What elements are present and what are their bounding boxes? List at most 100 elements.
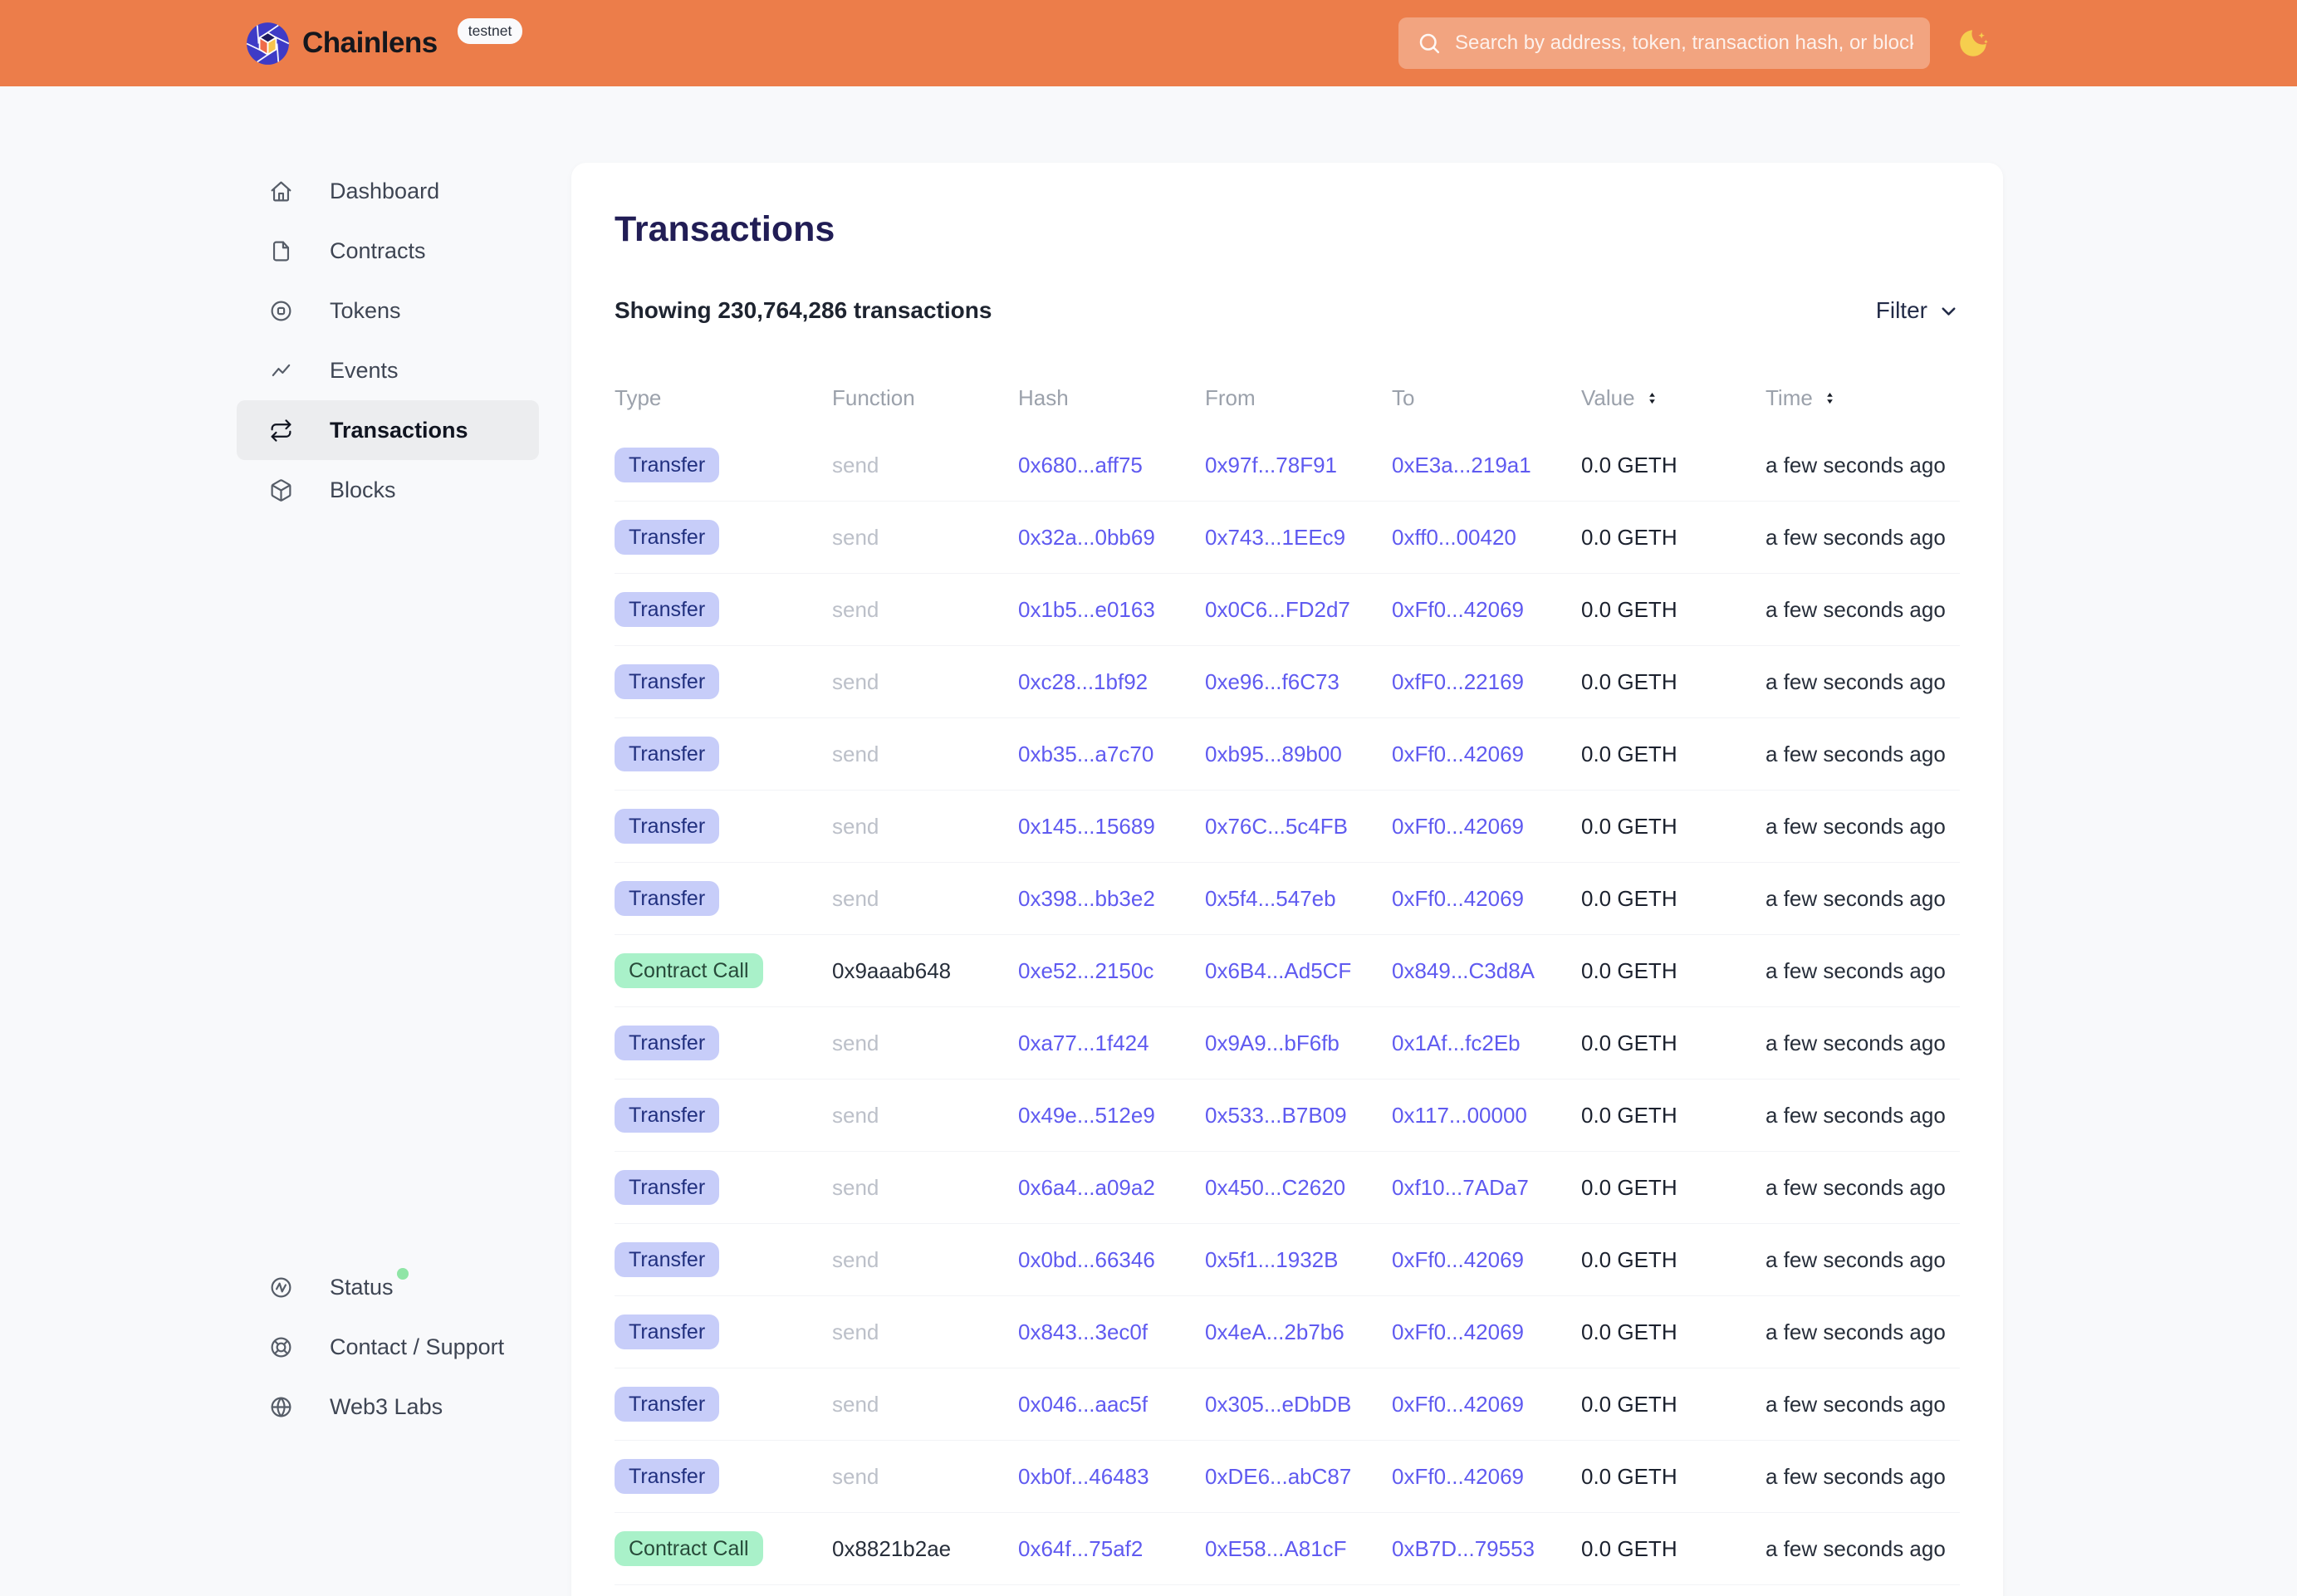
to-address-link[interactable]: 0xFf0...42069 bbox=[1392, 742, 1524, 766]
hash-link[interactable]: 0x64f...75af2 bbox=[1018, 1536, 1143, 1561]
search-input[interactable] bbox=[1455, 32, 1913, 55]
hash-link[interactable]: 0xb35...a7c70 bbox=[1018, 742, 1153, 766]
to-address-link[interactable]: 0x117...00000 bbox=[1392, 1103, 1527, 1128]
time-cell: a few seconds ago bbox=[1766, 1031, 1946, 1055]
hash-link[interactable]: 0x145...15689 bbox=[1018, 814, 1155, 839]
from-address-link[interactable]: 0xDE6...abC87 bbox=[1205, 1464, 1351, 1489]
sidebar-item-label: Contact / Support bbox=[330, 1334, 504, 1360]
hash-link[interactable]: 0x1b5...e0163 bbox=[1018, 597, 1155, 622]
to-address-link[interactable]: 0xff0...00420 bbox=[1392, 525, 1516, 550]
hash-link[interactable]: 0x843...3ec0f bbox=[1018, 1319, 1148, 1344]
to-address-link[interactable]: 0xFf0...42069 bbox=[1392, 1464, 1524, 1489]
cube-icon bbox=[269, 478, 293, 502]
function-cell: send bbox=[832, 1031, 879, 1055]
from-address-link[interactable]: 0x0C6...FD2d7 bbox=[1205, 597, 1350, 622]
to-address-link[interactable]: 0x1Af...fc2Eb bbox=[1392, 1031, 1521, 1055]
repeat-icon bbox=[269, 419, 293, 443]
sidebar-item-label: Tokens bbox=[330, 298, 401, 324]
sidebar-item-tokens[interactable]: Tokens bbox=[237, 281, 539, 340]
time-cell: a few seconds ago bbox=[1766, 453, 1946, 477]
time-cell: a few seconds ago bbox=[1766, 1175, 1946, 1200]
table-row: Transfersend0xb35...a7c700xb95...89b000x… bbox=[615, 718, 1960, 791]
filter-button[interactable]: Filter bbox=[1876, 297, 1960, 324]
from-address-link[interactable]: 0x743...1EEc9 bbox=[1205, 525, 1345, 550]
hash-link[interactable]: 0xc28...1bf92 bbox=[1018, 669, 1148, 694]
table-row: Transfersend0x398...bb3e20x5f4...547eb0x… bbox=[615, 863, 1960, 935]
to-address-link[interactable]: 0xFf0...42069 bbox=[1392, 886, 1524, 911]
time-cell: a few seconds ago bbox=[1766, 1464, 1946, 1489]
column-header-from: From bbox=[1205, 384, 1392, 412]
function-cell: 0x9aaab648 bbox=[832, 958, 951, 983]
column-header-value[interactable]: Value bbox=[1581, 384, 1766, 412]
search-box[interactable] bbox=[1398, 17, 1930, 69]
hash-link[interactable]: 0x32a...0bb69 bbox=[1018, 525, 1155, 550]
column-label: From bbox=[1205, 384, 1256, 412]
hash-link[interactable]: 0x680...aff75 bbox=[1018, 453, 1143, 477]
sidebar-item-dashboard[interactable]: Dashboard bbox=[237, 161, 539, 221]
function-cell: send bbox=[832, 1247, 879, 1272]
column-label: Time bbox=[1766, 384, 1813, 412]
to-address-link[interactable]: 0xfF0...22169 bbox=[1392, 669, 1524, 694]
value-cell: 0.0 GETH bbox=[1581, 886, 1677, 911]
table-row: Contract Call0x8821b2ae0x64f...75af20xE5… bbox=[615, 1513, 1960, 1585]
sidebar-item-events[interactable]: Events bbox=[237, 340, 539, 400]
to-address-link[interactable]: 0xFf0...42069 bbox=[1392, 1247, 1524, 1272]
time-cell: a few seconds ago bbox=[1766, 669, 1946, 694]
sidebar-item-transactions[interactable]: Transactions bbox=[237, 400, 539, 460]
tx-type-badge: Transfer bbox=[615, 1387, 719, 1422]
from-address-link[interactable]: 0x97f...78F91 bbox=[1205, 453, 1337, 477]
time-cell: a few seconds ago bbox=[1766, 1103, 1946, 1128]
from-address-link[interactable]: 0xe96...f6C73 bbox=[1205, 669, 1340, 694]
tx-type-badge: Transfer bbox=[615, 1242, 719, 1277]
tx-type-badge: Transfer bbox=[615, 1026, 719, 1060]
hash-link[interactable]: 0x6a4...a09a2 bbox=[1018, 1175, 1155, 1200]
to-address-link[interactable]: 0xf10...7ADa7 bbox=[1392, 1175, 1529, 1200]
to-address-link[interactable]: 0x849...C3d8A bbox=[1392, 958, 1535, 983]
to-address-link[interactable]: 0xFf0...42069 bbox=[1392, 814, 1524, 839]
hash-link[interactable]: 0x046...aac5f bbox=[1018, 1392, 1148, 1417]
sidebar-item-contracts[interactable]: Contracts bbox=[237, 221, 539, 281]
from-address-link[interactable]: 0x4eA...2b7b6 bbox=[1205, 1319, 1344, 1344]
hash-link[interactable]: 0x0bd...66346 bbox=[1018, 1247, 1155, 1272]
table-row: Transfersend0x6a4...a09a20x450...C26200x… bbox=[615, 1152, 1960, 1224]
hash-link[interactable]: 0xb0f...46483 bbox=[1018, 1464, 1149, 1489]
from-address-link[interactable]: 0x76C...5c4FB bbox=[1205, 814, 1348, 839]
table-row: Transfer bbox=[615, 1585, 1960, 1596]
from-address-link[interactable]: 0x533...B7B09 bbox=[1205, 1103, 1347, 1128]
from-address-link[interactable]: 0x9A9...bF6fb bbox=[1205, 1031, 1340, 1055]
sidebar-item-contact-support[interactable]: Contact / Support bbox=[237, 1317, 539, 1377]
to-address-link[interactable]: 0xFf0...42069 bbox=[1392, 1319, 1524, 1344]
dark-mode-toggle[interactable] bbox=[1953, 23, 1993, 63]
value-cell: 0.0 GETH bbox=[1581, 814, 1677, 839]
from-address-link[interactable]: 0x450...C2620 bbox=[1205, 1175, 1345, 1200]
time-cell: a few seconds ago bbox=[1766, 814, 1946, 839]
to-address-link[interactable]: 0xFf0...42069 bbox=[1392, 597, 1524, 622]
table-row: Transfersend0x046...aac5f0x305...eDbDB0x… bbox=[615, 1368, 1960, 1441]
hash-link[interactable]: 0xe52...2150c bbox=[1018, 958, 1153, 983]
time-cell: a few seconds ago bbox=[1766, 1247, 1946, 1272]
sidebar-item-web3-labs[interactable]: Web3 Labs bbox=[237, 1377, 539, 1437]
table-row: Transfersend0x843...3ec0f0x4eA...2b7b60x… bbox=[615, 1296, 1960, 1368]
from-address-link[interactable]: 0x305...eDbDB bbox=[1205, 1392, 1351, 1417]
hash-link[interactable]: 0xa77...1f424 bbox=[1018, 1031, 1149, 1055]
sidebar-item-status[interactable]: Status bbox=[237, 1257, 539, 1317]
from-address-link[interactable]: 0xE58...A81cF bbox=[1205, 1536, 1347, 1561]
from-address-link[interactable]: 0x6B4...Ad5CF bbox=[1205, 958, 1351, 983]
sidebar-item-label: Events bbox=[330, 358, 399, 384]
time-cell: a few seconds ago bbox=[1766, 1319, 1946, 1344]
column-header-function: Function bbox=[832, 384, 1018, 412]
sidebar-item-blocks[interactable]: Blocks bbox=[237, 460, 539, 520]
column-header-time[interactable]: Time bbox=[1766, 384, 1960, 412]
from-address-link[interactable]: 0x5f1...1932B bbox=[1205, 1247, 1338, 1272]
brand-link[interactable]: Chainlens testnet bbox=[246, 22, 522, 66]
table-row: Transfersend0xc28...1bf920xe96...f6C730x… bbox=[615, 646, 1960, 718]
hash-link[interactable]: 0x49e...512e9 bbox=[1018, 1103, 1155, 1128]
from-address-link[interactable]: 0x5f4...547eb bbox=[1205, 886, 1336, 911]
from-address-link[interactable]: 0xb95...89b00 bbox=[1205, 742, 1342, 766]
to-address-link[interactable]: 0xE3a...219a1 bbox=[1392, 453, 1531, 477]
to-address-link[interactable]: 0xFf0...42069 bbox=[1392, 1392, 1524, 1417]
tx-type-badge: Transfer bbox=[615, 881, 719, 916]
to-address-link[interactable]: 0xB7D...79553 bbox=[1392, 1536, 1535, 1561]
sidebar-item-label: Dashboard bbox=[330, 179, 439, 204]
hash-link[interactable]: 0x398...bb3e2 bbox=[1018, 886, 1155, 911]
